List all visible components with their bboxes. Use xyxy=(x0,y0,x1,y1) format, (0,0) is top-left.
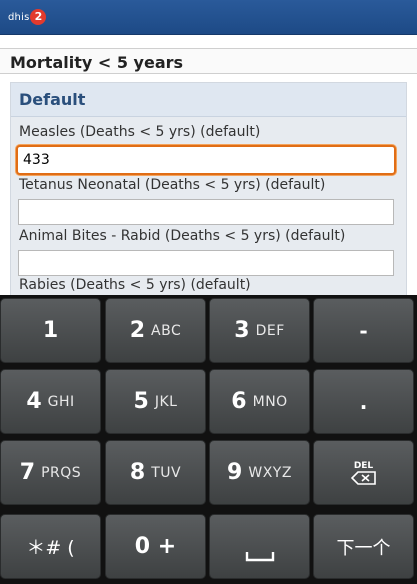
key-1[interactable]: 1 xyxy=(0,298,101,363)
key-3[interactable]: 3 DEF xyxy=(209,298,310,363)
key-next[interactable]: 下一个 xyxy=(313,514,414,579)
key-minus[interactable]: - xyxy=(313,298,414,363)
key-9-digit: 9 xyxy=(227,460,243,485)
key-2-letters: ABC xyxy=(151,322,182,339)
key-5-letters: JKL xyxy=(154,393,178,410)
key-6-digit: 6 xyxy=(231,389,247,414)
logo-text: dhis xyxy=(8,11,30,23)
numeric-keyboard: 1 2 ABC 3 DEF - 4 GHI 5 JKL 6 MNO . 7 PR… xyxy=(0,295,417,584)
key-7-digit: 7 xyxy=(19,460,36,485)
section-title: Default xyxy=(19,90,86,109)
measles-deaths-input[interactable] xyxy=(16,145,396,175)
dhis2-logo[interactable]: dhis 2 xyxy=(8,9,47,25)
backspace-icon xyxy=(350,470,376,485)
key-3-digit: 3 xyxy=(234,318,250,343)
key-space[interactable] xyxy=(209,514,310,579)
key-minus-symbol: - xyxy=(359,318,368,343)
key-period[interactable]: . xyxy=(313,369,414,434)
key-4-letters: GHI xyxy=(47,393,75,410)
app-header: dhis 2 xyxy=(0,0,417,35)
key-8-letters: TUV xyxy=(151,464,182,481)
key-9[interactable]: 9 WXYZ xyxy=(209,440,310,505)
key-0[interactable]: 0 + xyxy=(105,514,206,579)
key-5-digit: 5 xyxy=(133,389,149,414)
field-label-measles: Measles (Deaths < 5 yrs) (default) xyxy=(19,124,261,140)
space-icon xyxy=(245,551,274,561)
key-6[interactable]: 6 MNO xyxy=(209,369,310,434)
key-delete[interactable]: DEL xyxy=(313,440,414,505)
key-next-label: 下一个 xyxy=(336,537,391,559)
key-symbols-label: ＊# ( xyxy=(26,537,75,559)
key-8[interactable]: 8 TUV xyxy=(105,440,206,505)
page-title: Mortality < 5 years xyxy=(10,53,184,72)
field-label-rabies: Rabies (Deaths < 5 yrs) (default) xyxy=(19,277,251,293)
key-2[interactable]: 2 ABC xyxy=(105,298,206,363)
key-4-digit: 4 xyxy=(26,389,42,414)
field-label-animal-bites: Animal Bites - Rabid (Deaths < 5 yrs) (d… xyxy=(19,228,346,244)
page-title-bar: Mortality < 5 years xyxy=(0,48,417,74)
key-5[interactable]: 5 JKL xyxy=(105,369,206,434)
key-period-symbol: . xyxy=(359,389,368,414)
key-9-letters: WXYZ xyxy=(248,464,292,481)
key-symbols[interactable]: ＊# ( xyxy=(0,514,101,579)
animal-bites-rabid-deaths-input[interactable] xyxy=(18,250,394,276)
field-label-tetanus: Tetanus Neonatal (Deaths < 5 yrs) (defau… xyxy=(19,177,326,193)
key-7-letters: PRQS xyxy=(41,464,82,481)
key-4[interactable]: 4 GHI xyxy=(0,369,101,434)
key-1-digit: 1 xyxy=(42,318,59,343)
key-delete-label: DEL xyxy=(353,460,374,471)
key-8-digit: 8 xyxy=(129,460,146,485)
key-0-label: 0 + xyxy=(134,534,177,559)
logo-badge: 2 xyxy=(30,9,47,25)
tetanus-neonatal-deaths-input[interactable] xyxy=(18,199,394,225)
section-header: Default xyxy=(11,83,406,117)
key-2-digit: 2 xyxy=(129,318,146,343)
key-6-letters: MNO xyxy=(252,393,288,410)
key-3-letters: DEF xyxy=(255,322,285,339)
key-7[interactable]: 7 PRQS xyxy=(0,440,101,505)
